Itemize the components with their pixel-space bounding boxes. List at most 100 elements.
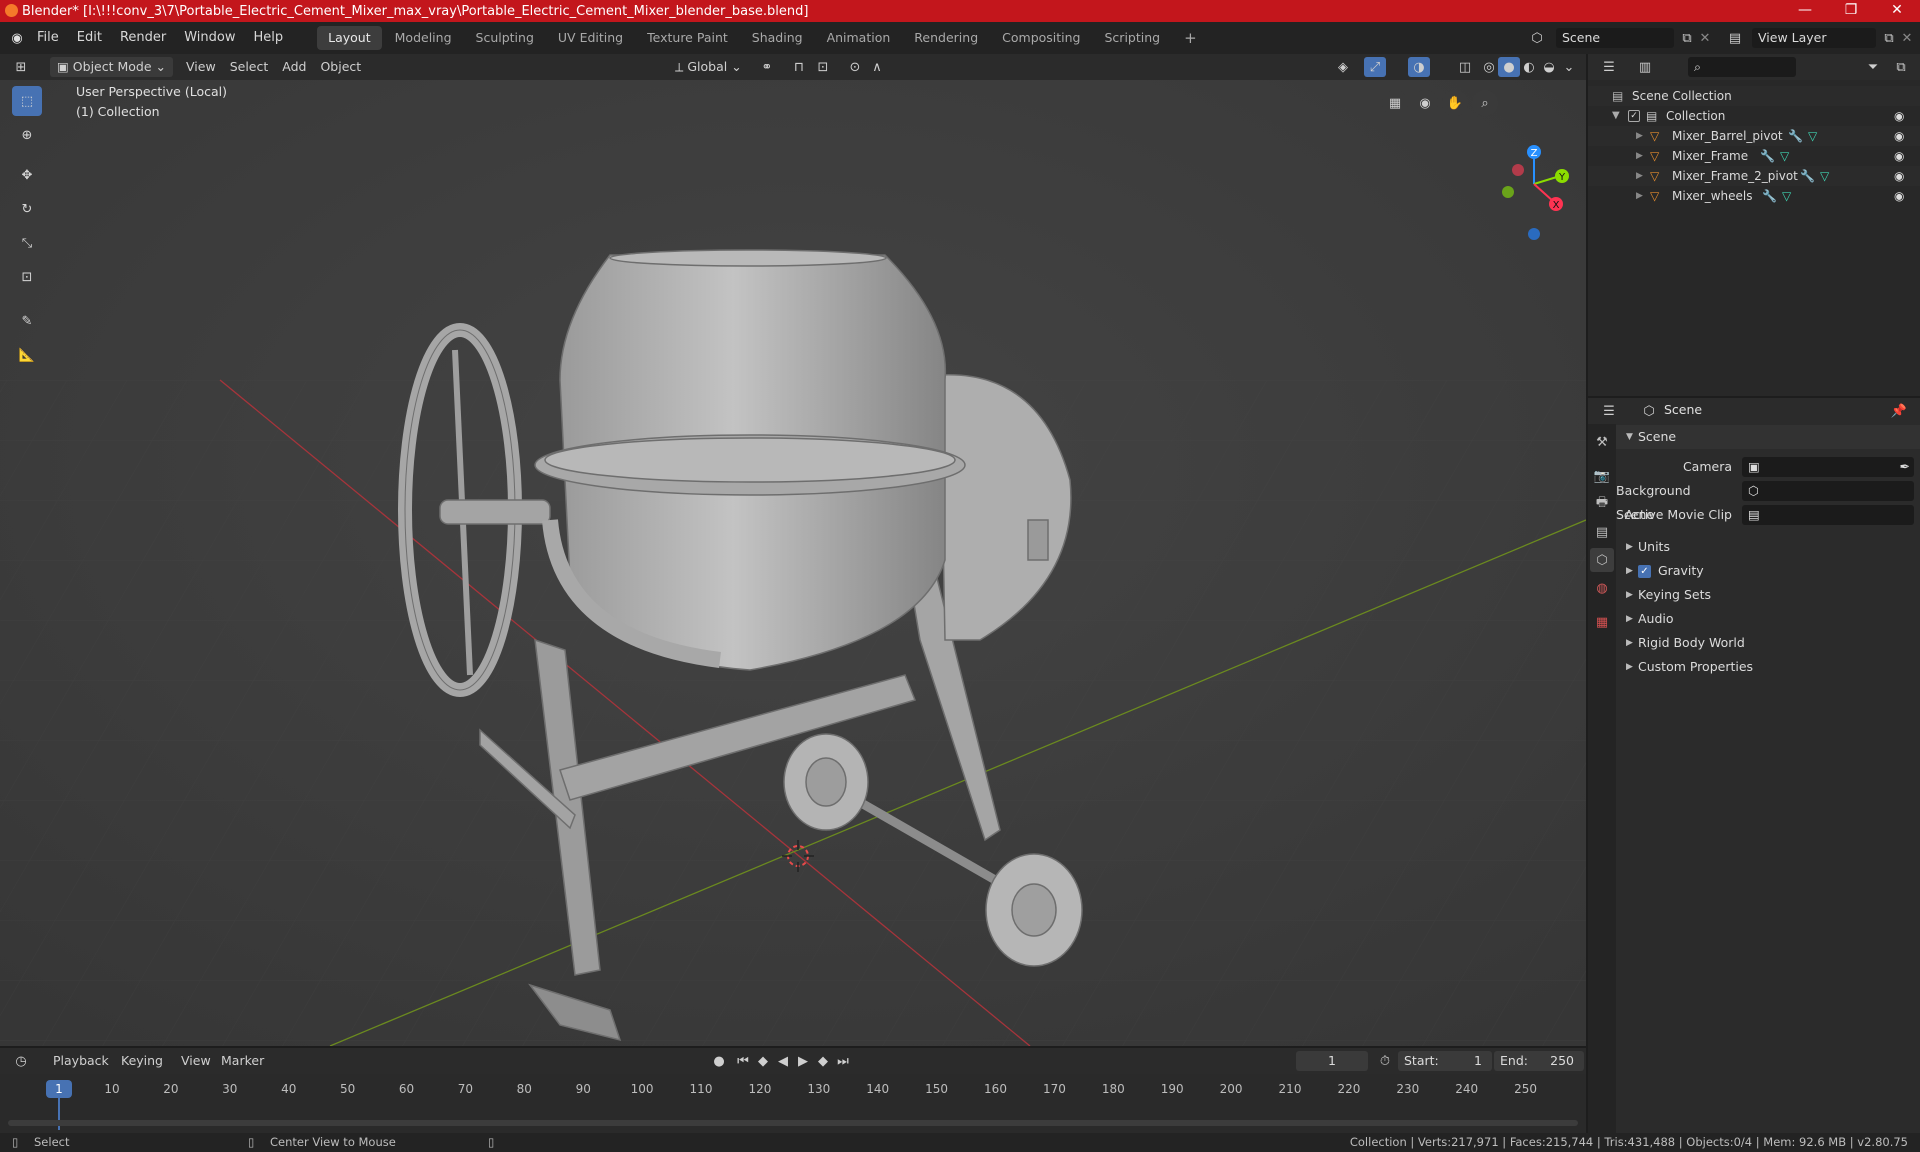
gravity-section[interactable]: ▶ ✓ Gravity	[1616, 559, 1920, 583]
gizmo-toggle-icon[interactable]: ⤢	[1364, 57, 1386, 77]
pin-icon[interactable]: 📌	[1888, 401, 1910, 421]
tab-scripting[interactable]: Scripting	[1094, 26, 1172, 50]
tab-texture-paint[interactable]: Texture Paint	[636, 26, 739, 50]
snap-icon[interactable]: ⊓	[788, 57, 810, 77]
menu-select[interactable]: Select	[223, 57, 276, 77]
measure-tool[interactable]: 📐	[12, 340, 42, 370]
eye-icon[interactable]: ◉	[1894, 146, 1904, 166]
tab-rendering[interactable]: Rendering	[903, 26, 989, 50]
cursor-tool[interactable]: ⊕	[12, 120, 42, 150]
shading-options-icon[interactable]: ⌄	[1558, 57, 1580, 77]
annotate-tool[interactable]: ✎	[12, 306, 42, 336]
custom-properties-section[interactable]: ▶ Custom Properties	[1616, 655, 1920, 679]
tab-shading[interactable]: Shading	[741, 26, 814, 50]
outliner-row-object[interactable]: ▶ ▽ Mixer_wheels 🔧 ▽ ◉	[1588, 186, 1920, 206]
transform-tool[interactable]: ⊡	[12, 262, 42, 292]
tab-layout[interactable]: Layout	[317, 26, 382, 50]
camera-field[interactable]: ▣ ✒	[1742, 457, 1914, 477]
filter-icon[interactable]: ⏷	[1862, 57, 1884, 77]
add-workspace-button[interactable]: +	[1173, 26, 1208, 50]
outliner-search-input[interactable]: ⌕	[1688, 57, 1796, 77]
outliner-editor-type-icon[interactable]: ☰	[1598, 57, 1620, 77]
rotate-tool[interactable]: ↻	[12, 194, 42, 224]
outliner-row-object[interactable]: ▶ ▽ Mixer_Frame_2_pivot 🔧 ▽ ◉	[1588, 166, 1920, 186]
background-scene-field[interactable]: ⬡	[1742, 481, 1914, 501]
move-tool[interactable]: ✥	[12, 160, 42, 190]
tab-animation[interactable]: Animation	[816, 26, 902, 50]
camera-view-icon[interactable]: ◉	[1412, 90, 1438, 116]
outliner-row-collection[interactable]: ▼ ✓ ▤ Collection ◉	[1588, 106, 1920, 126]
menu-view[interactable]: View	[179, 57, 223, 77]
eye-icon[interactable]: ◉	[1894, 106, 1904, 126]
audio-section[interactable]: ▶ Audio	[1616, 607, 1920, 631]
remove-scene-icon[interactable]: ✕	[1694, 28, 1716, 48]
keying-sets-section[interactable]: ▶ Keying Sets	[1616, 583, 1920, 607]
tab-uv-editing[interactable]: UV Editing	[547, 26, 634, 50]
view-layer-field[interactable]: View Layer	[1752, 28, 1876, 48]
view-layer-icon[interactable]: ▤	[1724, 28, 1746, 48]
material-shading-icon[interactable]: ◐	[1518, 57, 1540, 77]
outliner-row-object[interactable]: ▶ ▽ Mixer_Frame 🔧 ▽ ◉	[1588, 146, 1920, 166]
remove-view-layer-icon[interactable]: ✕	[1896, 28, 1918, 48]
rigid-body-world-section[interactable]: ▶ Rigid Body World	[1616, 631, 1920, 655]
3d-viewport[interactable]: Z Y X User Perspective (Local) (1) Colle…	[0, 80, 1586, 1046]
chevron-right-icon[interactable]: ▶	[1636, 126, 1643, 146]
eye-icon[interactable]: ◉	[1894, 126, 1904, 146]
world-tab-icon[interactable]: ◍	[1590, 576, 1614, 600]
menu-window[interactable]: Window	[175, 22, 244, 54]
rendered-shading-icon[interactable]: ◒	[1538, 57, 1560, 77]
eye-icon[interactable]: ◉	[1894, 186, 1904, 206]
zoom-icon[interactable]: ⌕	[1472, 90, 1498, 116]
scale-tool[interactable]: ⤡	[12, 228, 42, 258]
new-collection-icon[interactable]: ⧉	[1890, 57, 1912, 77]
timeline-scrollbar[interactable]	[8, 1120, 1578, 1126]
solid-shading-icon[interactable]: ●	[1498, 57, 1520, 77]
chevron-right-icon[interactable]: ▶	[1636, 186, 1643, 206]
gravity-checkbox[interactable]: ✓	[1638, 565, 1651, 578]
select-box-tool[interactable]: ⬚	[12, 86, 42, 116]
units-section[interactable]: ▶ Units	[1616, 535, 1920, 559]
menu-file[interactable]: File	[28, 22, 68, 54]
tool-tab-icon[interactable]: ⚒	[1590, 430, 1614, 454]
chevron-right-icon[interactable]: ▶	[1636, 146, 1643, 166]
output-tab-icon[interactable]: 🖶	[1590, 492, 1614, 516]
render-tab-icon[interactable]: 📷	[1590, 464, 1614, 488]
menu-object[interactable]: Object	[313, 57, 368, 77]
proportional-edit-icon[interactable]: ⊙	[844, 57, 866, 77]
minimize-button[interactable]: —	[1782, 0, 1828, 22]
active-movie-clip-field[interactable]: ▤	[1742, 505, 1914, 525]
pan-hand-icon[interactable]: ✋	[1442, 90, 1468, 116]
outliner-row-scene-collection[interactable]: ▤ Scene Collection	[1588, 86, 1920, 106]
transform-orientation-dropdown[interactable]: ⟂ Global ⌄	[668, 57, 749, 77]
xray-icon[interactable]: ◫	[1454, 57, 1476, 77]
scene-panel-header[interactable]: ▼ Scene	[1616, 425, 1920, 449]
scene-tab-icon[interactable]: ⬡	[1590, 548, 1614, 572]
mode-dropdown[interactable]: ▣ Object Mode ⌄	[50, 57, 174, 77]
properties-editor-type-icon[interactable]: ☰	[1598, 401, 1620, 421]
collection-checkbox[interactable]: ✓	[1628, 110, 1640, 122]
scene-name-field[interactable]: Scene	[1556, 28, 1674, 48]
outliner-row-object[interactable]: ▶ ▽ Mixer_Barrel_pivot 🔧 ▽ ◉	[1588, 126, 1920, 146]
menu-add[interactable]: Add	[275, 57, 313, 77]
eyedropper-icon[interactable]: ✒	[1900, 457, 1910, 477]
falloff-icon[interactable]: ∧	[866, 57, 888, 77]
close-button[interactable]: ✕	[1874, 0, 1920, 22]
eye-icon[interactable]: ◉	[1894, 166, 1904, 186]
menu-render[interactable]: Render	[111, 22, 175, 54]
tab-modeling[interactable]: Modeling	[384, 26, 463, 50]
toggle-ortho-icon[interactable]: ▦	[1382, 90, 1408, 116]
editor-type-icon[interactable]: ⊞	[10, 57, 32, 77]
tab-compositing[interactable]: Compositing	[991, 26, 1091, 50]
wireframe-shading-icon[interactable]: ◎	[1478, 57, 1500, 77]
chevron-down-icon[interactable]: ▼	[1612, 106, 1620, 126]
maximize-button[interactable]: ❐	[1828, 0, 1874, 22]
visibility-icon[interactable]: ◈	[1332, 57, 1354, 77]
scene-selector-icon[interactable]: ⬡	[1526, 28, 1548, 48]
display-mode-icon[interactable]: ▥	[1634, 57, 1656, 77]
menu-edit[interactable]: Edit	[68, 22, 111, 54]
texture-tab-icon[interactable]: ▦	[1590, 610, 1614, 634]
blender-menu-icon[interactable]: ◉	[6, 28, 28, 48]
pivot-point-icon[interactable]: ⚭	[756, 57, 778, 77]
tab-sculpting[interactable]: Sculpting	[465, 26, 545, 50]
chevron-right-icon[interactable]: ▶	[1636, 166, 1643, 186]
